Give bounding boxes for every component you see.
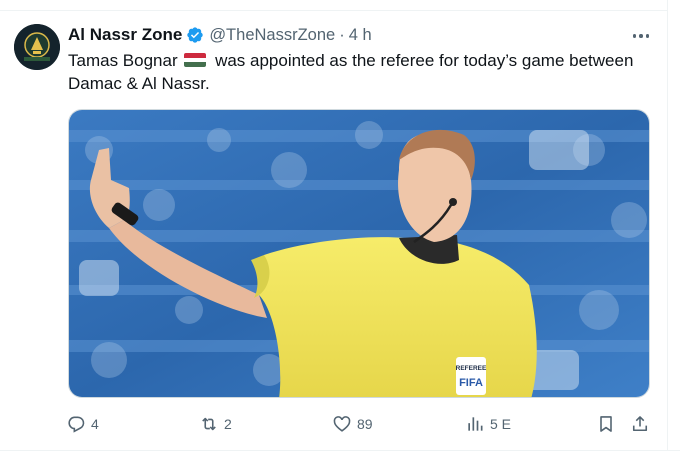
repost-icon xyxy=(202,417,216,431)
referee-badge-label: REFEREE xyxy=(456,365,487,372)
tweet-actions: 4 2 89 5 E xyxy=(66,412,656,436)
bookmark-icon xyxy=(600,416,612,432)
verified-badge-icon xyxy=(187,27,203,43)
views-count: 5 E xyxy=(490,416,512,432)
share-icon xyxy=(632,416,648,432)
views-button[interactable]: 5 E xyxy=(465,412,511,436)
timeline-divider-bottom xyxy=(0,450,680,461)
share-button[interactable] xyxy=(630,412,650,436)
header-separator: · xyxy=(339,25,345,44)
repost-button[interactable]: 2 xyxy=(199,412,232,436)
timeline-right-border xyxy=(667,0,680,460)
tweet-text: Tamas Bognar was appointed as the refere… xyxy=(68,49,658,95)
tweet-text-part1: Tamas Bognar xyxy=(68,51,183,70)
avatar[interactable] xyxy=(14,24,60,70)
author-name[interactable]: Al Nassr Zone xyxy=(68,25,182,45)
bookmark-button[interactable] xyxy=(596,412,616,436)
fifa-badge-label: FIFA xyxy=(459,377,483,389)
like-icon xyxy=(333,416,351,432)
hungary-flag-icon xyxy=(184,53,207,67)
tweet-media-image[interactable]: REFEREE FIFA xyxy=(68,109,650,398)
reply-button[interactable]: 4 xyxy=(66,412,99,436)
tweet-header: Al Nassr Zone @TheNassrZone · 4 h xyxy=(68,24,372,46)
repost-count: 2 xyxy=(224,416,232,432)
more-icon[interactable] xyxy=(630,28,652,44)
like-count: 89 xyxy=(357,416,373,432)
views-icon xyxy=(468,417,483,431)
timeline-divider-top xyxy=(0,0,680,11)
reply-count: 4 xyxy=(91,416,99,432)
reply-icon xyxy=(68,416,85,433)
timestamp[interactable]: 4 h xyxy=(349,26,372,45)
like-button[interactable]: 89 xyxy=(332,412,373,436)
author-handle[interactable]: @TheNassrZone xyxy=(209,26,335,45)
